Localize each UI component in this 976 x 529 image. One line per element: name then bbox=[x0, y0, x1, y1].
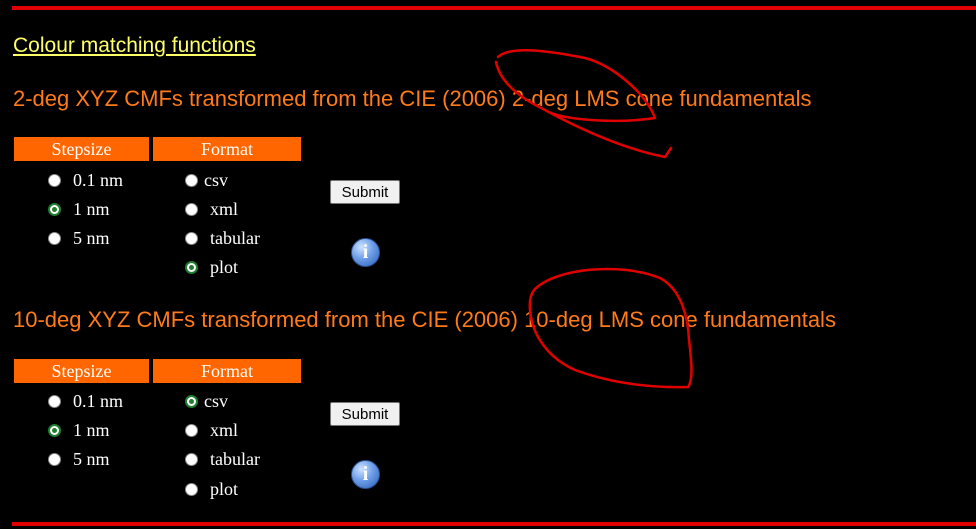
format-option-csv[interactable]: csv bbox=[185, 390, 228, 412]
form-10deg: Stepsize Format 0.1 nm 1 nm 5 nm csv xml… bbox=[14, 359, 414, 509]
radio-label: xml bbox=[210, 419, 239, 440]
radio-format-plot[interactable] bbox=[185, 482, 198, 496]
radio-label: 5 nm bbox=[73, 227, 110, 248]
radio-format-csv[interactable] bbox=[185, 394, 198, 408]
radio-stepsize-1nm[interactable] bbox=[48, 423, 61, 437]
section-heading-10deg: 10-deg XYZ CMFs transformed from the CIE… bbox=[13, 307, 836, 332]
section-heading-2deg: 2-deg XYZ CMFs transformed from the CIE … bbox=[13, 86, 812, 111]
stepsize-option-0-1nm[interactable]: 0.1 nm bbox=[48, 390, 123, 412]
format-option-plot[interactable]: plot bbox=[185, 478, 238, 500]
radio-stepsize-5nm[interactable] bbox=[48, 452, 61, 466]
stepsize-option-5nm[interactable]: 5 nm bbox=[48, 227, 110, 249]
radio-stepsize-0-1nm[interactable] bbox=[48, 173, 61, 187]
radio-label: tabular bbox=[210, 227, 260, 248]
top-red-rule bbox=[12, 6, 976, 10]
radio-stepsize-0-1nm[interactable] bbox=[48, 394, 61, 408]
radio-format-csv[interactable] bbox=[185, 173, 198, 187]
radio-label: 1 nm bbox=[73, 419, 110, 440]
radio-format-plot[interactable] bbox=[185, 260, 198, 274]
radio-label: tabular bbox=[210, 448, 260, 469]
radio-label: 5 nm bbox=[73, 448, 110, 469]
radio-label: plot bbox=[210, 256, 239, 277]
format-option-xml[interactable]: xml bbox=[185, 419, 238, 441]
radio-label: xml bbox=[210, 198, 239, 219]
form-2deg: Stepsize Format 0.1 nm 1 nm 5 nm csv xml… bbox=[14, 137, 414, 287]
radio-label: 0.1 nm bbox=[73, 169, 124, 190]
info-icon[interactable]: i bbox=[351, 460, 380, 489]
format-option-plot[interactable]: plot bbox=[185, 256, 238, 278]
format-option-tabular[interactable]: tabular bbox=[185, 227, 260, 249]
radio-stepsize-1nm[interactable] bbox=[48, 202, 61, 216]
submit-button[interactable]: Submit bbox=[330, 180, 400, 204]
format-option-xml[interactable]: xml bbox=[185, 198, 238, 220]
format-option-csv[interactable]: csv bbox=[185, 169, 228, 191]
radio-label: csv bbox=[204, 390, 228, 411]
format-header: Format bbox=[153, 359, 301, 383]
colour-matching-functions-link[interactable]: Colour matching functions bbox=[13, 34, 256, 58]
format-header: Format bbox=[153, 137, 301, 161]
radio-format-xml[interactable] bbox=[185, 423, 198, 437]
stepsize-option-1nm[interactable]: 1 nm bbox=[48, 419, 110, 441]
radio-label: 1 nm bbox=[73, 198, 110, 219]
submit-button[interactable]: Submit bbox=[330, 402, 400, 426]
radio-format-xml[interactable] bbox=[185, 202, 198, 216]
stepsize-option-1nm[interactable]: 1 nm bbox=[48, 198, 110, 220]
stepsize-header: Stepsize bbox=[14, 359, 149, 383]
stepsize-header: Stepsize bbox=[14, 137, 149, 161]
radio-stepsize-5nm[interactable] bbox=[48, 231, 61, 245]
stepsize-option-5nm[interactable]: 5 nm bbox=[48, 448, 110, 470]
format-option-tabular[interactable]: tabular bbox=[185, 448, 260, 470]
radio-label: 0.1 nm bbox=[73, 390, 124, 411]
info-icon[interactable]: i bbox=[351, 238, 380, 267]
radio-format-tabular[interactable] bbox=[185, 231, 198, 245]
stepsize-option-0-1nm[interactable]: 0.1 nm bbox=[48, 169, 123, 191]
radio-label: plot bbox=[210, 478, 239, 499]
radio-label: csv bbox=[204, 169, 228, 190]
bottom-red-rule bbox=[12, 522, 976, 526]
radio-format-tabular[interactable] bbox=[185, 452, 198, 466]
